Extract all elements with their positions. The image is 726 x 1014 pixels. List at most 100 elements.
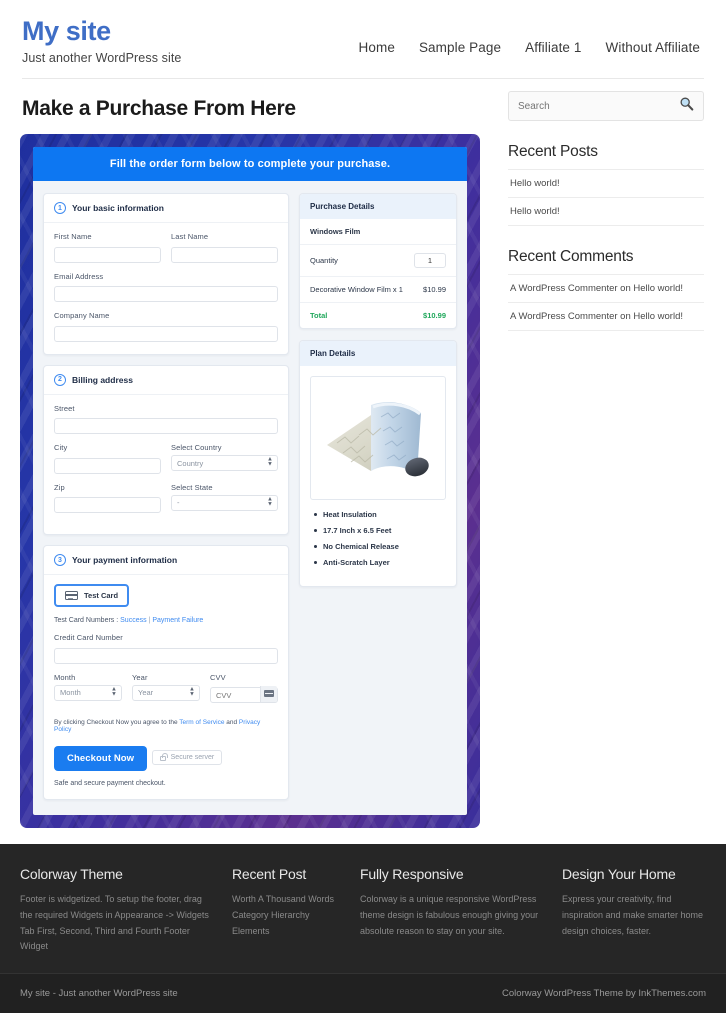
credit-card-number-label: Credit Card Number — [54, 633, 123, 642]
plan-feature-item: Heat Insulation — [314, 510, 446, 519]
cvv-card-icon — [260, 685, 277, 702]
form-left-column: 1 Your basic information First Name Last… — [43, 193, 289, 810]
footer-widget-text: Colorway is a unique responsive WordPres… — [360, 894, 539, 936]
zip-state-row: Zip Select State - ▲ ▼ — [54, 483, 278, 523]
total-price: $10.99 — [423, 311, 446, 320]
terms-agreement-note: By clicking Checkout Now you agree to th… — [54, 719, 278, 733]
site-header: My site Just another WordPress site Home… — [0, 0, 726, 78]
recent-posts-list: Hello world! Hello world! — [508, 169, 704, 226]
street-label: Street — [54, 403, 75, 413]
payment-information-title: Your payment information — [72, 555, 178, 565]
chevron-updown-icon: ▲ ▼ — [111, 686, 117, 698]
recent-comment-item[interactable]: A WordPress Commenter on Hello world! — [508, 302, 704, 331]
test-card-button[interactable]: Test Card — [54, 584, 130, 607]
basic-information-body: First Name Last Name Email Address Compa… — [44, 223, 288, 354]
sidebar: Recent Posts Hello world! Hello world! R… — [508, 79, 704, 331]
footer-recent-post-item[interactable]: Category Hierarchy — [232, 908, 344, 924]
company-field: Company Name — [54, 311, 278, 342]
footer-recent-post-item[interactable]: Elements — [232, 924, 344, 940]
state-select[interactable]: - ▲ ▼ — [171, 494, 278, 511]
zip-label: Zip — [54, 482, 65, 492]
search-icon[interactable] — [679, 96, 694, 116]
nav-item-home[interactable]: Home — [359, 40, 395, 55]
secure-server-badge: Secure server — [151, 749, 223, 765]
terms-of-service-link[interactable]: Term of Service — [179, 719, 224, 726]
line-item-label: Decorative Window Film x 1 — [310, 285, 403, 294]
copyright-left: My site - Just another WordPress site — [20, 988, 178, 999]
recent-post-item[interactable]: Hello world! — [508, 169, 704, 197]
payment-failure-link[interactable]: Payment Failure — [152, 617, 203, 624]
test-card-numbers-prefix: Test Card Numbers : — [54, 617, 119, 624]
chevron-updown-icon: ▲ ▼ — [267, 496, 273, 508]
chevron-updown-icon: ▲ ▼ — [189, 686, 195, 698]
first-name-input[interactable] — [54, 246, 161, 263]
form-right-column: Purchase Details Windows Film Quantity D… — [299, 193, 457, 598]
step-1-badge: 1 — [54, 202, 66, 214]
agree-prefix: By clicking Checkout Now you agree to th… — [54, 718, 178, 726]
nav-item-without-affiliate[interactable]: Without Affiliate — [606, 40, 701, 55]
footer-widget-title: Fully Responsive — [360, 866, 464, 882]
email-input[interactable] — [54, 286, 278, 302]
expiry-cvv-row: Month Month ▲ ▼ Year Year ▲ ▼ CVV CVV — [54, 673, 278, 710]
footer-widget-title: Colorway Theme — [20, 866, 123, 882]
plan-feature-item: Anti-Scratch Layer — [314, 558, 446, 567]
nav-item-affiliate-1[interactable]: Affiliate 1 — [525, 40, 581, 55]
name-row: First Name Last Name — [54, 232, 278, 272]
recent-posts-title: Recent Posts — [508, 143, 598, 160]
month-field: Month Month ▲ ▼ — [54, 673, 122, 701]
success-link[interactable]: Success — [120, 617, 146, 624]
year-field: Year Year ▲ ▼ — [132, 673, 200, 701]
street-input[interactable] — [54, 418, 278, 434]
recent-comment-item[interactable]: A WordPress Commenter on Hello world! — [508, 274, 704, 302]
email-field: Email Address — [54, 272, 278, 302]
main-nav: Home Sample Page Affiliate 1 Without Aff… — [359, 14, 704, 55]
month-label: Month — [54, 672, 76, 682]
product-name: Windows Film — [310, 227, 361, 236]
page-title: Make a Purchase From Here — [22, 97, 296, 120]
footer-recent-post-item[interactable]: Worth A Thousand Words — [232, 892, 344, 908]
copyright-right: Colorway WordPress Theme by InkThemes.co… — [502, 988, 706, 999]
footer-widget-title: Recent Post — [232, 866, 307, 882]
street-field: Street — [54, 403, 278, 434]
year-select[interactable]: Year ▲ ▼ — [132, 684, 200, 701]
nav-item-sample-page[interactable]: Sample Page — [419, 40, 501, 55]
line-item-price: $10.99 — [423, 285, 446, 294]
search-input[interactable] — [518, 100, 679, 112]
total-row: Total $10.99 — [300, 302, 456, 328]
cvv-input-wrap — [210, 685, 278, 703]
cvv-label: CVV — [210, 672, 226, 682]
recent-post-item[interactable]: Hello world! — [508, 197, 704, 226]
month-select[interactable]: Month ▲ ▼ — [54, 684, 122, 701]
city-country-row: City Select Country Country ▲ ▼ — [54, 443, 278, 483]
basic-information-card: 1 Your basic information First Name Last… — [43, 193, 289, 355]
quantity-label: Quantity — [310, 256, 338, 265]
city-input[interactable] — [54, 457, 161, 474]
footer-widget-title: Design Your Home — [562, 866, 676, 882]
site-tagline: Just another WordPress site — [22, 51, 182, 66]
zip-input[interactable] — [54, 497, 161, 513]
last-name-label: Last Name — [171, 232, 209, 241]
country-select[interactable]: Country ▲ ▼ — [171, 455, 278, 471]
last-name-input[interactable] — [171, 246, 278, 263]
order-banner: Fill the order form below to complete yo… — [33, 147, 467, 181]
credit-card-number-input[interactable] — [54, 647, 278, 664]
footer-widget-text: Footer is widgetized. To setup the foote… — [20, 894, 209, 952]
credit-card-number-field: Credit Card Number — [54, 633, 278, 664]
country-label: Select Country — [171, 443, 222, 452]
footer-copyright-bar: My site - Just another WordPress site Co… — [0, 973, 726, 1013]
last-name-field: Last Name — [171, 232, 278, 272]
payment-information-header: 3 Your payment information — [44, 546, 288, 575]
company-input[interactable] — [54, 325, 278, 342]
safe-checkout-note: Safe and secure payment checkout. — [54, 779, 166, 787]
footer-widget-fully-responsive: Fully Responsive Colorway is a unique re… — [360, 866, 546, 955]
zip-field: Zip — [54, 482, 161, 513]
state-label: Select State — [171, 482, 213, 492]
footer-widget-text: Express your creativity, find inspiratio… — [562, 894, 704, 936]
checkout-now-button[interactable]: Checkout Now — [54, 745, 148, 771]
lock-icon — [159, 753, 168, 761]
footer-widget-design-your-home: Design Your Home Express your creativity… — [562, 866, 706, 955]
recent-comments-title: Recent Comments — [508, 248, 634, 265]
quantity-input[interactable] — [414, 253, 446, 268]
site-title[interactable]: My site — [22, 16, 181, 47]
credit-card-icon — [65, 591, 78, 600]
